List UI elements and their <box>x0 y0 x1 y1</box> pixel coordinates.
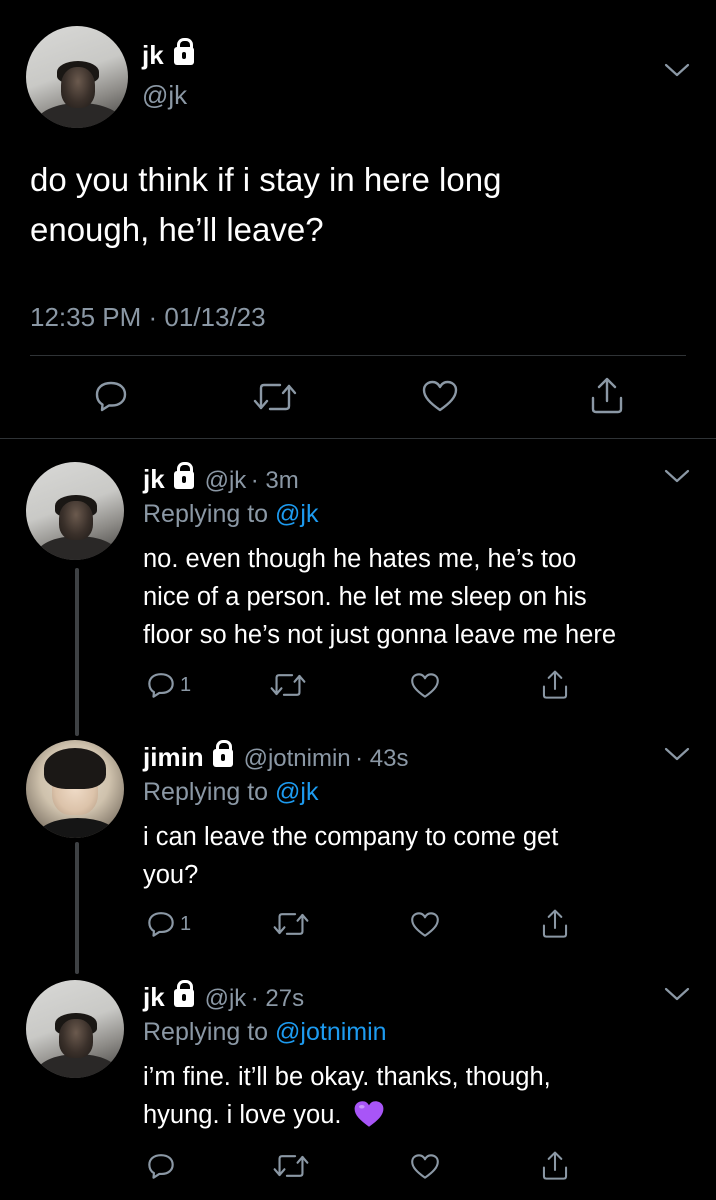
divider <box>0 438 716 439</box>
replying-to-link[interactable]: @jk <box>275 500 318 528</box>
thread-line <box>75 568 79 736</box>
like-icon[interactable] <box>409 671 441 700</box>
replying-to: Replying to @jk <box>143 778 318 807</box>
lock-icon <box>174 980 195 1007</box>
avatar-hair <box>43 747 107 789</box>
lock-icon <box>174 462 195 489</box>
tweet-text-line: enough, he’ll leave? <box>30 211 324 248</box>
retweet-icon[interactable] <box>253 380 297 414</box>
reply-text-line: i’m fine. it’ll be okay. thanks, though, <box>143 1063 551 1091</box>
author-row: jk <box>142 38 195 71</box>
replying-to: Replying to @jk <box>143 500 318 529</box>
author-handle[interactable]: @jk <box>142 80 187 111</box>
reply-count: 1 <box>180 913 192 935</box>
reply-text: i’m fine. it’ll be okay. thanks, though,… <box>143 1058 551 1134</box>
avatar[interactable] <box>26 462 124 560</box>
author-name[interactable]: jk <box>142 40 164 70</box>
like-icon[interactable] <box>409 910 441 939</box>
reply-icon[interactable] <box>146 1151 176 1181</box>
share-icon[interactable] <box>540 908 570 940</box>
chevron-down-icon[interactable] <box>664 468 690 484</box>
avatar[interactable] <box>26 740 124 838</box>
reply-header: jk @jk · 27s <box>143 980 304 1013</box>
avatar[interactable] <box>26 26 128 128</box>
author-name[interactable]: jk <box>143 464 165 494</box>
reply-time[interactable]: · 27s <box>251 985 304 1012</box>
reply-header: jimin @jotnimin · 43s <box>143 740 408 773</box>
replying-to-link[interactable]: @jotnimin <box>275 1018 387 1046</box>
reply-count: 1 <box>180 674 192 696</box>
reply-icon[interactable] <box>93 378 129 414</box>
avatar-body <box>35 818 120 838</box>
reply-text: no. even though he hates me, he’s too ni… <box>143 540 616 654</box>
reply-text-line: nice of a person. he let me sleep on his <box>143 583 587 611</box>
replying-to-label: Replying to <box>143 778 269 806</box>
purple-heart-icon <box>354 1101 383 1127</box>
tweet-timestamp[interactable]: 12:35 PM · 01/13/23 <box>30 302 266 333</box>
author-handle[interactable]: @jk <box>205 467 247 494</box>
lock-icon <box>174 38 195 65</box>
chevron-down-icon[interactable] <box>664 746 690 762</box>
reply-time[interactable]: · 43s <box>355 745 408 772</box>
author-name[interactable]: jk <box>143 982 165 1012</box>
avatar-head <box>59 501 93 541</box>
avatar-head <box>60 66 96 108</box>
author-name[interactable]: jimin <box>143 742 204 772</box>
reply-header: jk @jk · 3m <box>143 462 299 495</box>
tweet-text-line: do you think if i stay in here long <box>30 161 502 198</box>
share-icon[interactable] <box>588 376 626 416</box>
reply-text-line: floor so he’s not just gonna leave me he… <box>143 621 616 649</box>
retweet-icon[interactable] <box>270 671 306 699</box>
replying-to: Replying to @jotnimin <box>143 1018 387 1047</box>
like-icon[interactable] <box>420 378 460 414</box>
lock-icon <box>213 740 234 767</box>
reply-text-line: i can leave the company to come get <box>143 823 559 851</box>
replying-to-label: Replying to <box>143 1018 269 1046</box>
share-icon[interactable] <box>540 669 570 701</box>
avatar[interactable] <box>26 980 124 1078</box>
author-handle[interactable]: @jotnimin <box>244 745 351 772</box>
divider <box>30 355 686 356</box>
chevron-down-icon[interactable] <box>664 62 690 78</box>
share-icon[interactable] <box>540 1150 570 1182</box>
reply-text-line-with-emoji: hyung. i love you. <box>143 1096 551 1134</box>
reply-text-line: you? <box>143 861 199 889</box>
retweet-icon[interactable] <box>273 1152 309 1180</box>
reply-time[interactable]: · 3m <box>251 467 299 494</box>
thread-line <box>75 842 79 974</box>
like-icon[interactable] <box>409 1152 441 1181</box>
chevron-down-icon[interactable] <box>664 986 690 1002</box>
retweet-icon[interactable] <box>273 910 309 938</box>
replying-to-link[interactable]: @jk <box>275 778 318 806</box>
author-handle[interactable]: @jk <box>205 985 247 1012</box>
reply-icon[interactable] <box>146 909 176 939</box>
avatar-head <box>59 1019 93 1059</box>
reply-text: i can leave the company to come get you? <box>143 818 558 894</box>
reply-icon[interactable] <box>146 670 176 700</box>
tweet-text: do you think if i stay in here long enou… <box>30 155 501 255</box>
reply-text-line: no. even though he hates me, he’s too <box>143 545 577 573</box>
replying-to-label: Replying to <box>143 500 269 528</box>
reply-text-line: hyung. i love you. <box>143 1101 342 1129</box>
